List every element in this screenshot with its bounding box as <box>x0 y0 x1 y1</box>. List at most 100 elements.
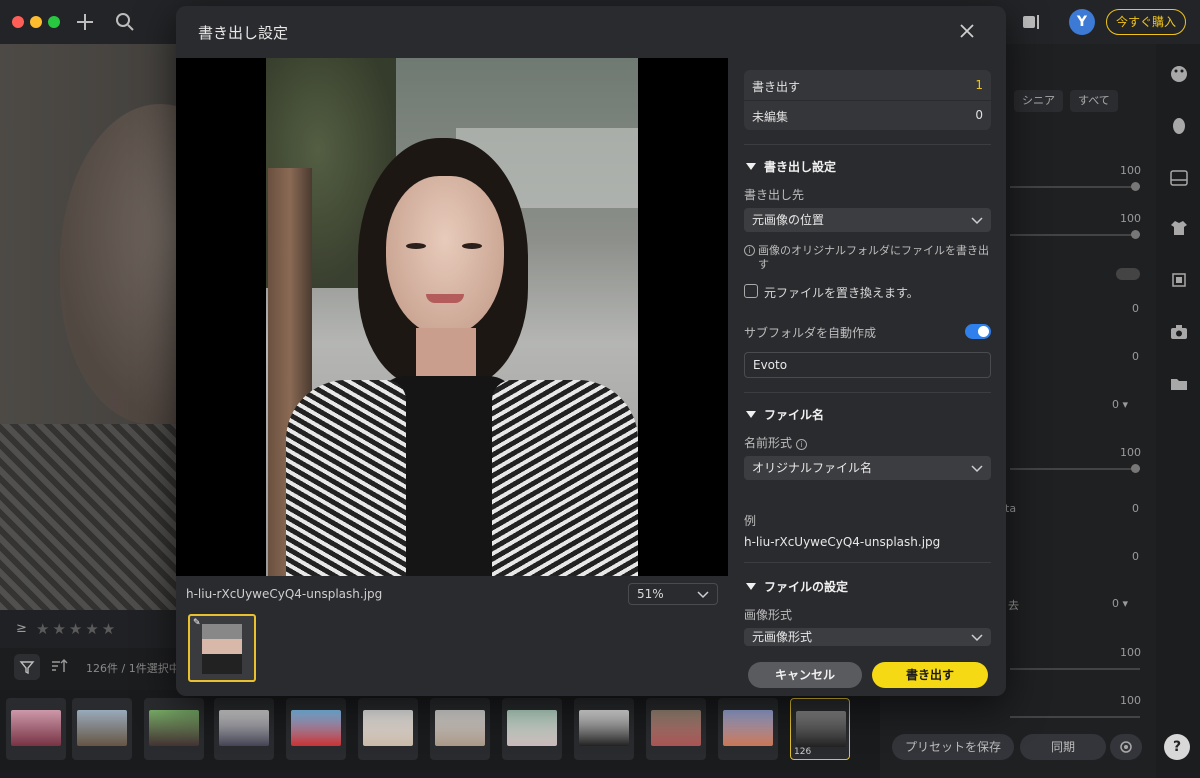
search-icon[interactable] <box>114 11 136 33</box>
summary-export-label: 書き出す <box>752 80 801 94</box>
toggle-switch[interactable] <box>1116 268 1140 280</box>
filmstrip-thumb[interactable] <box>214 698 274 760</box>
caret-down-icon <box>746 411 756 418</box>
plus-icon[interactable] <box>74 11 96 33</box>
destination-note-text: 画像のオリジナルフォルダにファイルを書き出す <box>758 244 989 271</box>
window-close-button[interactable] <box>12 16 24 28</box>
replace-original-label[interactable]: 元ファイルを置き換えます。 <box>764 284 919 301</box>
gear-icon <box>1120 741 1132 753</box>
photo-eye-right <box>462 243 482 249</box>
gradient-icon[interactable] <box>1169 168 1189 188</box>
face-icon[interactable] <box>1169 116 1189 136</box>
filmstrip-thumb[interactable] <box>430 698 490 760</box>
filmstrip-thumb[interactable] <box>72 698 132 760</box>
slider-value: 0 <box>1132 502 1139 515</box>
summary-export-count: 1 <box>975 78 983 92</box>
filmstrip-thumb[interactable] <box>6 698 66 760</box>
chevron-down-icon <box>971 215 983 225</box>
name-format-select[interactable]: オリジナルファイル名 <box>744 456 991 480</box>
close-icon[interactable] <box>956 20 978 42</box>
zoom-select[interactable]: 51% <box>628 583 718 605</box>
cancel-button[interactable]: キャンセル <box>748 662 862 688</box>
slider[interactable] <box>1010 468 1140 470</box>
filmstrip-thumb[interactable] <box>358 698 418 760</box>
filmstrip-thumb[interactable] <box>718 698 778 760</box>
export-thumb[interactable]: ✎ <box>188 614 256 682</box>
name-format-label: 名前形式 i <box>744 434 808 451</box>
partial-label: 去 <box>1008 599 1019 612</box>
file-settings-section-header[interactable]: ファイルの設定 <box>746 578 848 595</box>
photo-eye-left <box>406 243 426 249</box>
photo-mouth <box>426 294 464 303</box>
export-summary: 書き出す 1 未編集 0 <box>744 70 991 130</box>
buy-now-button[interactable]: 今すぐ購入 <box>1106 9 1186 35</box>
save-preset-button[interactable]: プリセットを保存 <box>892 734 1014 760</box>
destination-value: 元画像の位置 <box>752 213 825 227</box>
file-name-section-header[interactable]: ファイル名 <box>746 406 824 423</box>
section-title: ファイル名 <box>764 408 825 422</box>
image-format-value: 元画像形式 <box>752 630 813 644</box>
sync-settings-button[interactable] <box>1110 734 1142 760</box>
section-value[interactable]: 0 ▾ <box>1112 597 1128 610</box>
slider[interactable] <box>1010 186 1140 188</box>
slider-value: 100 <box>1120 164 1141 177</box>
filter-chip[interactable]: シニア <box>1014 90 1063 112</box>
sync-button[interactable]: 同期 <box>1020 734 1106 760</box>
example-filename: h-liu-rXcUyweCyQ4-unsplash.jpg <box>744 535 941 549</box>
filter-button[interactable] <box>14 654 40 680</box>
filter-chip[interactable]: すべて <box>1070 90 1118 112</box>
avatar[interactable]: Y <box>1069 9 1095 35</box>
image-format-select[interactable]: 元画像形式 <box>744 628 991 646</box>
chevron-down-icon <box>971 632 983 642</box>
example-label: 例 <box>744 514 757 528</box>
subfolder-name-input[interactable]: Evoto <box>744 352 991 378</box>
slider-knob[interactable] <box>1131 464 1140 473</box>
camera-icon[interactable] <box>1169 322 1189 342</box>
slider[interactable] <box>1010 716 1140 718</box>
slider-knob[interactable] <box>1131 182 1140 191</box>
slider[interactable] <box>1010 668 1140 670</box>
preview-photo <box>266 58 638 576</box>
window-zoom-button[interactable] <box>48 16 60 28</box>
section-title: 書き出し設定 <box>764 160 837 174</box>
folder-icon[interactable] <box>1169 374 1189 394</box>
subfolder-toggle[interactable] <box>965 324 991 339</box>
palette-icon[interactable] <box>1169 64 1189 84</box>
summary-unedited-row: 未編集 0 <box>752 108 983 125</box>
filmstrip: 126 <box>0 690 880 770</box>
slider[interactable] <box>1010 234 1140 236</box>
info-icon[interactable]: i <box>796 439 808 450</box>
sort-icon[interactable] <box>50 658 68 674</box>
filmstrip-thumb-selected[interactable]: 126 <box>790 698 850 760</box>
export-settings-section-header[interactable]: 書き出し設定 <box>746 158 836 175</box>
subfolder-label: サブフォルダを自動作成 <box>744 326 877 340</box>
filmstrip-thumb[interactable] <box>574 698 634 760</box>
section-value[interactable]: 0 ▾ <box>1112 398 1128 411</box>
slider-knob[interactable] <box>1131 230 1140 239</box>
edited-pencil-icon: ✎ <box>193 618 201 628</box>
export-button[interactable]: 書き出す <box>872 662 988 688</box>
slider-value: 100 <box>1120 646 1141 659</box>
caret-down-icon <box>746 583 756 590</box>
export-settings-dialog: 書き出し設定 h-liu-rXcUyweCyQ4-unsplash.jpg 51… <box>176 6 1006 696</box>
shirt-icon[interactable] <box>1169 218 1189 238</box>
section-divider <box>744 392 991 393</box>
export-settings-panel: 書き出す 1 未編集 0 書き出し設定 書き出し先 元画像の位置 i 画像のオリジ… <box>728 58 1006 696</box>
info-icon: i <box>744 245 755 256</box>
destination-select[interactable]: 元画像の位置 <box>744 208 991 232</box>
rating-stars[interactable]: ★★★★★ <box>36 620 118 638</box>
rating-filter-symbol[interactable]: ≥ <box>16 621 27 636</box>
window-minimize-button[interactable] <box>30 16 42 28</box>
filmstrip-thumb[interactable] <box>144 698 204 760</box>
filmstrip-thumb[interactable] <box>646 698 706 760</box>
compare-icon[interactable] <box>1020 11 1042 33</box>
filmstrip-thumb[interactable] <box>502 698 562 760</box>
help-button[interactable]: ? <box>1164 734 1190 760</box>
photo-coat-right <box>492 380 638 576</box>
filmstrip-thumb[interactable] <box>286 698 346 760</box>
section-title: ファイルの設定 <box>764 580 849 594</box>
crop-icon[interactable] <box>1169 270 1189 290</box>
replace-original-checkbox[interactable] <box>744 284 758 298</box>
filter-icon <box>19 661 35 675</box>
slider-value: 0 <box>1132 350 1139 363</box>
